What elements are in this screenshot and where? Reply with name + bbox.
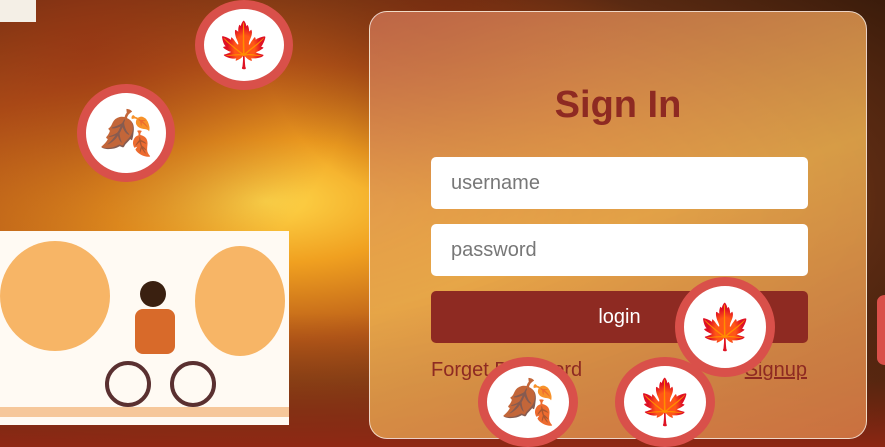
leaf-icon: [877, 295, 885, 365]
oak-leaf-icon: 🍂: [77, 84, 175, 182]
sign-in-card: Sign In login Forget Password Signup: [369, 11, 867, 439]
oak-leaf-icon: 🍂: [478, 357, 578, 447]
autumn-bike-illustration: [0, 231, 289, 425]
maple-leaf-icon: 🍁: [615, 357, 715, 447]
password-input[interactable]: [431, 224, 808, 276]
username-input[interactable]: [431, 157, 808, 209]
page-title: Sign In: [554, 84, 682, 126]
maple-leaf-icon: 🍁: [195, 0, 293, 90]
maple-leaf-icon: 🍁: [675, 277, 775, 377]
corner-image: [0, 0, 36, 22]
